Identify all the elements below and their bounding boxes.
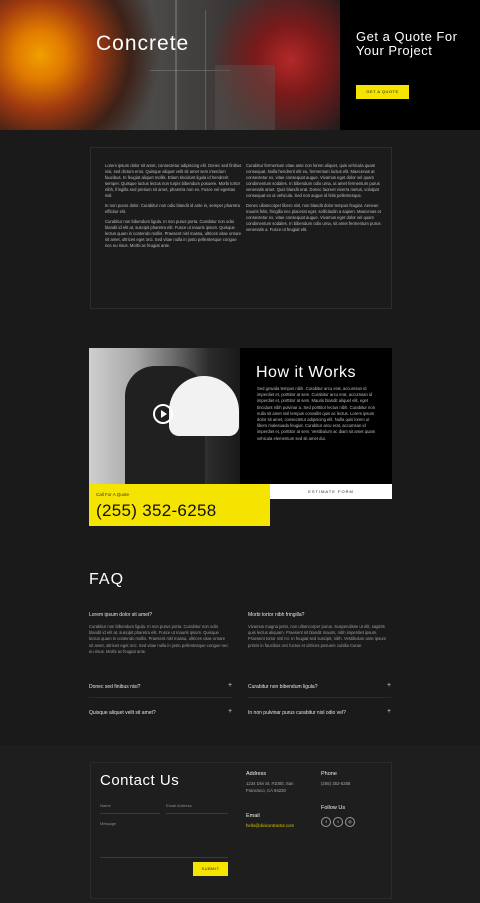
plus-icon[interactable]: + <box>385 682 393 689</box>
twitter-icon[interactable]: t <box>333 817 343 827</box>
hero-background-image <box>0 0 340 130</box>
how-it-works-text: Sed gravida tempus nibh. Curabitur arcu … <box>257 386 376 441</box>
estimate-form-button[interactable]: ESTIMATE FORM <box>270 484 392 499</box>
intro-left-column: Lorem ipsum dolor sit amet, consectetur … <box>105 163 243 253</box>
call-for-quote-label: Call For A Quote <box>96 492 130 497</box>
instagram-icon[interactable]: ◎ <box>345 817 355 827</box>
email-heading: Email <box>246 813 260 819</box>
hard-hat-image <box>169 376 239 436</box>
faq-answer: Vivamus magna justo, non ullamcorper pur… <box>248 624 387 648</box>
phone-link[interactable]: (255) 352-6258 <box>321 781 350 788</box>
quote-title: Get a Quote For Your Project <box>356 29 458 58</box>
faq-divider <box>89 697 232 698</box>
email-link[interactable]: hello@divicontractor.com <box>246 823 294 828</box>
plus-icon[interactable]: + <box>385 708 393 715</box>
quote-panel <box>340 0 480 130</box>
faq-question[interactable]: Morbi tortor nibh fringilla? <box>248 612 304 618</box>
phone-number-link[interactable]: (255) 352-6258 <box>96 501 216 521</box>
facebook-icon[interactable]: f <box>321 817 331 827</box>
faq-title: FAQ <box>89 571 125 588</box>
message-field-underline <box>100 857 228 858</box>
intro-paragraph: Lorem ipsum dolor sit amet, consectetur … <box>105 163 242 198</box>
intro-paragraph: Donec ullamcorper libero nisl, non bland… <box>246 203 381 232</box>
name-field[interactable]: Name <box>100 803 111 808</box>
address-text: 1234 Divi St. #1000, San Francisco, CA 9… <box>246 781 294 793</box>
name-field-underline <box>100 813 160 814</box>
intro-paragraph: Curabitur non bibendum ligula. In non pu… <box>105 219 242 248</box>
get-a-quote-button[interactable]: GET A QUOTE <box>356 85 409 99</box>
plus-icon[interactable]: + <box>226 708 234 715</box>
faq-question[interactable]: Donec sed finibus nisi? <box>89 684 140 690</box>
hero-image-beam <box>175 0 177 130</box>
faq-question[interactable]: Lorem ipsum dolor sit amet? <box>89 612 152 618</box>
submit-button[interactable]: SUBMIT <box>193 862 228 876</box>
faq-question[interactable]: Quisque aliquet velit sit amet? <box>89 710 156 716</box>
contact-title: Contact Us <box>100 772 180 789</box>
follow-heading: Follow Us <box>321 805 346 811</box>
video-thumbnail[interactable] <box>89 348 240 484</box>
page-title: Concrete <box>96 32 190 55</box>
hero-image-machine <box>215 65 275 130</box>
email-field-underline <box>166 813 228 814</box>
phone-heading: Phone <box>321 771 337 777</box>
plus-icon[interactable]: + <box>226 682 234 689</box>
intro-right-column: Curabitur fermentum vitae ante non lorem… <box>246 163 388 237</box>
how-it-works-title: How it Works <box>256 364 356 381</box>
intro-paragraph: In non purus dolor. Curabitur non odio b… <box>105 203 241 214</box>
email-field[interactable]: Email Address <box>166 803 192 808</box>
faq-answer: Curabitur non bibendum ligula. In non pu… <box>89 624 229 654</box>
faq-question[interactable]: In non pulvinar purus curabitur nisl odi… <box>248 710 346 716</box>
address-heading: Address <box>246 771 267 777</box>
play-icon[interactable] <box>153 404 173 424</box>
message-field[interactable]: Message <box>100 821 116 826</box>
faq-divider <box>248 697 391 698</box>
intro-paragraph: Curabitur fermentum vitae ante non lorem… <box>246 163 380 198</box>
faq-question[interactable]: Curabitur non bibendum ligula? <box>248 684 318 690</box>
